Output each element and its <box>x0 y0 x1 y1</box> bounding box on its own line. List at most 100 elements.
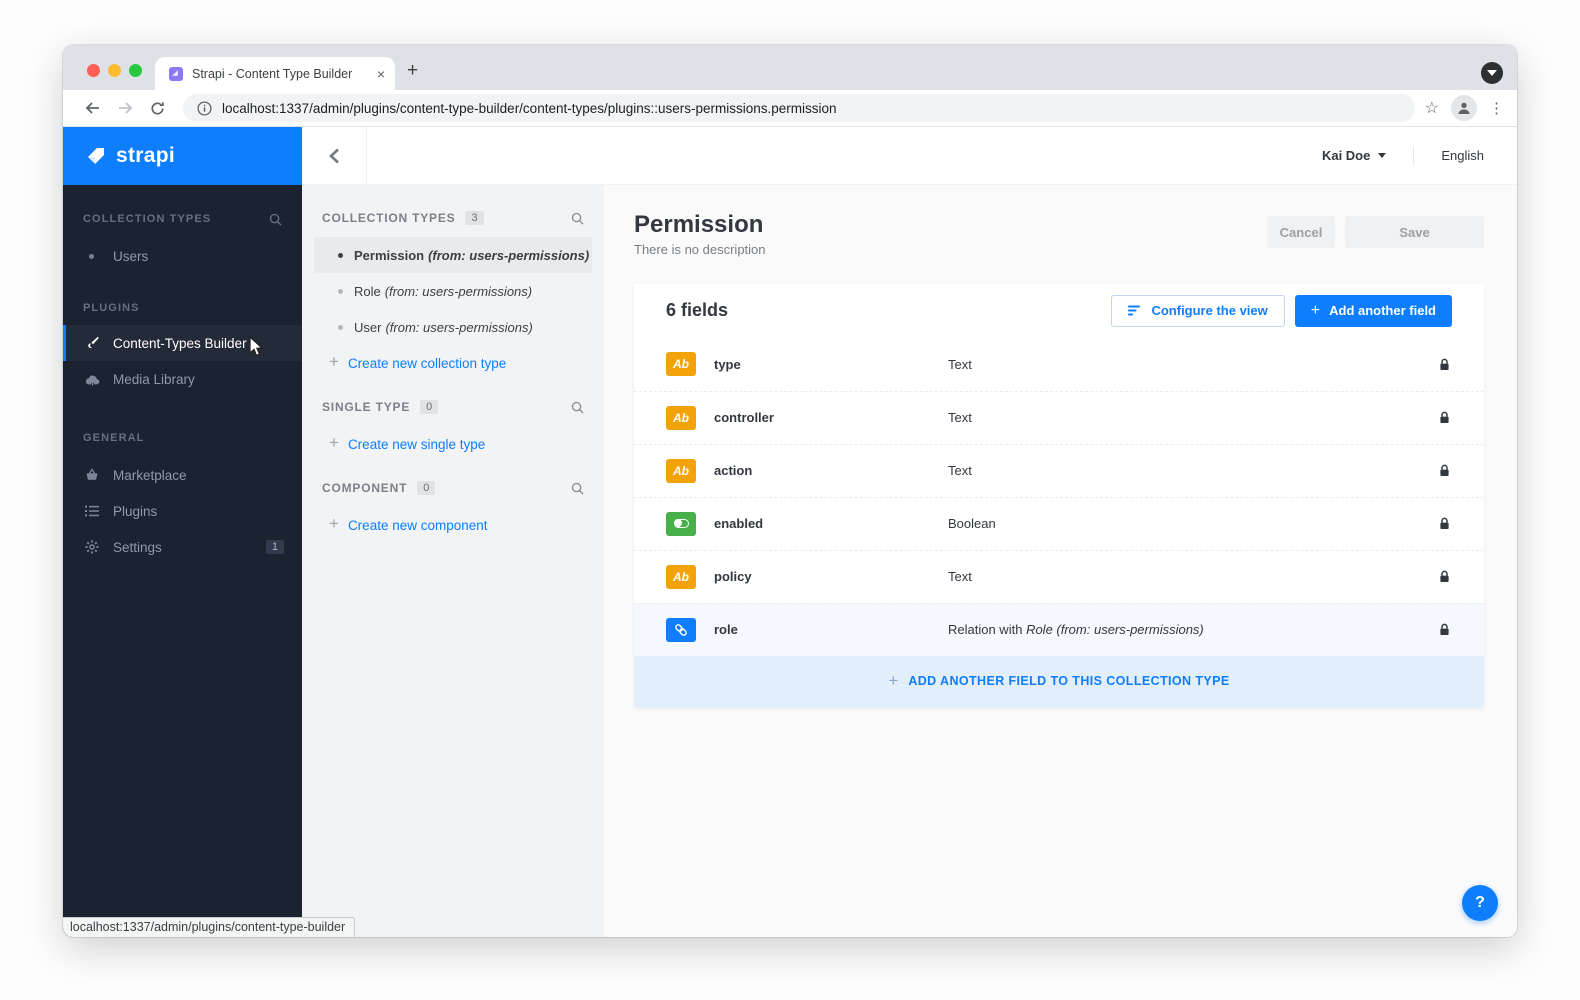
browser-tab-strip: Strapi - Content Type Builder × + <box>63 45 1517 90</box>
lock-icon <box>1439 464 1450 477</box>
reload-icon[interactable] <box>141 94 173 122</box>
text-field-icon: Ab <box>666 352 696 376</box>
create-collection-type-link[interactable]: + Create new collection type <box>314 345 592 381</box>
tab-title: Strapi - Content Type Builder <box>192 67 371 81</box>
banner-label: ADD ANOTHER FIELD TO THIS COLLECTION TYP… <box>908 674 1229 688</box>
browser-update-icon[interactable] <box>1481 62 1503 84</box>
strapi-logo[interactable]: strapi <box>63 127 302 185</box>
field-name: type <box>696 357 948 372</box>
sidebar-item-plugins[interactable]: Plugins <box>63 493 302 529</box>
field-row-type[interactable]: Ab type Text <box>634 338 1484 391</box>
content-type-item-role[interactable]: Role (from: users-permissions) <box>314 273 592 309</box>
text-field-icon: Ab <box>666 459 696 483</box>
browser-profile-avatar[interactable] <box>1451 95 1477 121</box>
field-type: Relation with Role (from: users-permissi… <box>948 622 1424 637</box>
browser-window: Strapi - Content Type Builder × + localh… <box>63 45 1517 937</box>
basket-icon <box>84 468 100 482</box>
configure-view-button[interactable]: Configure the view <box>1111 295 1284 327</box>
maximize-window-button[interactable] <box>129 64 142 77</box>
sidebar-section-plugins: PLUGINS Content-Types Builder Media Libr… <box>63 298 302 397</box>
search-icon[interactable] <box>571 212 584 225</box>
tab-close-icon[interactable]: × <box>377 66 385 82</box>
sidebar-item-media-library[interactable]: Media Library <box>63 361 302 397</box>
search-icon[interactable] <box>269 213 282 226</box>
create-single-type-link[interactable]: + Create new single type <box>314 426 592 462</box>
add-another-field-button[interactable]: + Add another field <box>1295 295 1452 327</box>
back-chevron-button[interactable] <box>302 127 367 184</box>
language-selector[interactable]: English <box>1441 148 1484 163</box>
new-tab-button[interactable]: + <box>407 60 418 82</box>
browser-tab[interactable]: Strapi - Content Type Builder × <box>155 57 395 90</box>
sidebar-section-collection-types: COLLECTION TYPES Users <box>63 209 302 274</box>
gear-icon <box>84 540 100 554</box>
sidebar-item-marketplace[interactable]: Marketplace <box>63 457 302 493</box>
field-type: Text <box>948 410 1424 425</box>
field-row-role[interactable]: role Relation with Role (from: users-per… <box>634 603 1484 656</box>
paintbrush-icon <box>84 336 100 350</box>
lock-icon <box>1439 623 1450 636</box>
lock-icon <box>1439 411 1450 424</box>
minimize-window-button[interactable] <box>108 64 121 77</box>
sidebar-item-label: Content-Types Builder <box>113 336 247 351</box>
help-button[interactable]: ? <box>1462 885 1498 921</box>
bullet-icon <box>89 254 94 259</box>
group-count-badge: 0 <box>420 400 438 414</box>
sidebar-item-label: Marketplace <box>113 468 187 483</box>
url-text[interactable]: localhost:1337/admin/plugins/content-typ… <box>222 101 837 116</box>
user-menu[interactable]: Kai Doe <box>1322 148 1370 163</box>
search-icon[interactable] <box>571 401 584 414</box>
bullet-icon <box>338 253 343 258</box>
sidebar-item-settings[interactable]: Settings 1 <box>63 529 302 565</box>
button-label: Add another field <box>1329 303 1436 318</box>
browser-menu-icon[interactable]: ⋮ <box>1489 106 1503 111</box>
content-type-builder-sidebar: COLLECTION TYPES 3 Permission (from: use… <box>302 185 604 937</box>
cancel-button[interactable]: Cancel <box>1267 216 1335 248</box>
content-type-suffix: (from: users-permissions) <box>428 248 589 263</box>
group-count-badge: 0 <box>417 481 435 495</box>
group-title: COMPONENT <box>322 481 407 495</box>
group-count-badge: 3 <box>465 211 483 225</box>
field-row-policy[interactable]: Ab policy Text <box>634 550 1484 603</box>
field-row-action[interactable]: Ab action Text <box>634 444 1484 497</box>
section-label: COLLECTION TYPES <box>83 213 269 225</box>
field-name: enabled <box>696 516 948 531</box>
add-field-banner[interactable]: + ADD ANOTHER FIELD TO THIS COLLECTION T… <box>634 656 1484 707</box>
forward-icon[interactable] <box>109 94 141 122</box>
search-icon[interactable] <box>571 482 584 495</box>
bookmark-star-icon[interactable]: ☆ <box>1425 98 1439 118</box>
site-info-icon[interactable] <box>197 101 212 116</box>
relation-field-icon <box>666 618 696 642</box>
create-component-link[interactable]: + Create new component <box>314 507 592 543</box>
field-type: Text <box>948 463 1424 478</box>
fields-card: 6 fields Configure the view + Add anothe… <box>634 284 1484 707</box>
field-row-controller[interactable]: Ab controller Text <box>634 391 1484 444</box>
field-row-enabled[interactable]: enabled Boolean <box>634 497 1484 550</box>
content-type-item-user[interactable]: User (from: users-permissions) <box>314 309 592 345</box>
field-name: role <box>696 622 948 637</box>
window-controls[interactable] <box>87 64 142 77</box>
close-window-button[interactable] <box>87 64 100 77</box>
content-type-suffix: (from: users-permissions) <box>385 284 532 299</box>
sidebar-item-label: Users <box>113 249 148 264</box>
plus-icon: + <box>329 433 339 453</box>
content-type-name: Role <box>354 284 381 299</box>
lock-icon <box>1439 358 1450 371</box>
fields-count-label: 6 fields <box>666 300 728 321</box>
content-type-item-permission[interactable]: Permission (from: users-permissions) <box>314 237 592 273</box>
save-button[interactable]: Save <box>1345 216 1484 248</box>
text-field-icon: Ab <box>666 565 696 589</box>
sidebar-item-label: Settings <box>113 540 162 555</box>
section-label: GENERAL <box>83 432 282 444</box>
boolean-field-icon <box>666 512 696 536</box>
upload-cloud-icon <box>84 373 100 386</box>
button-label: Configure the view <box>1151 303 1267 318</box>
sidebar-item-content-types-builder[interactable]: Content-Types Builder <box>63 325 302 361</box>
field-type: Boolean <box>948 516 1424 531</box>
collection-types-group-header: COLLECTION TYPES 3 <box>314 211 592 225</box>
url-bar[interactable]: localhost:1337/admin/plugins/content-typ… <box>183 94 1415 122</box>
bullet-icon <box>338 325 343 330</box>
sidebar-item-users[interactable]: Users <box>63 238 302 274</box>
sidebar-section-general: GENERAL Marketplace Plugins <box>63 428 302 565</box>
back-icon[interactable] <box>77 94 109 122</box>
text-field-icon: Ab <box>666 406 696 430</box>
